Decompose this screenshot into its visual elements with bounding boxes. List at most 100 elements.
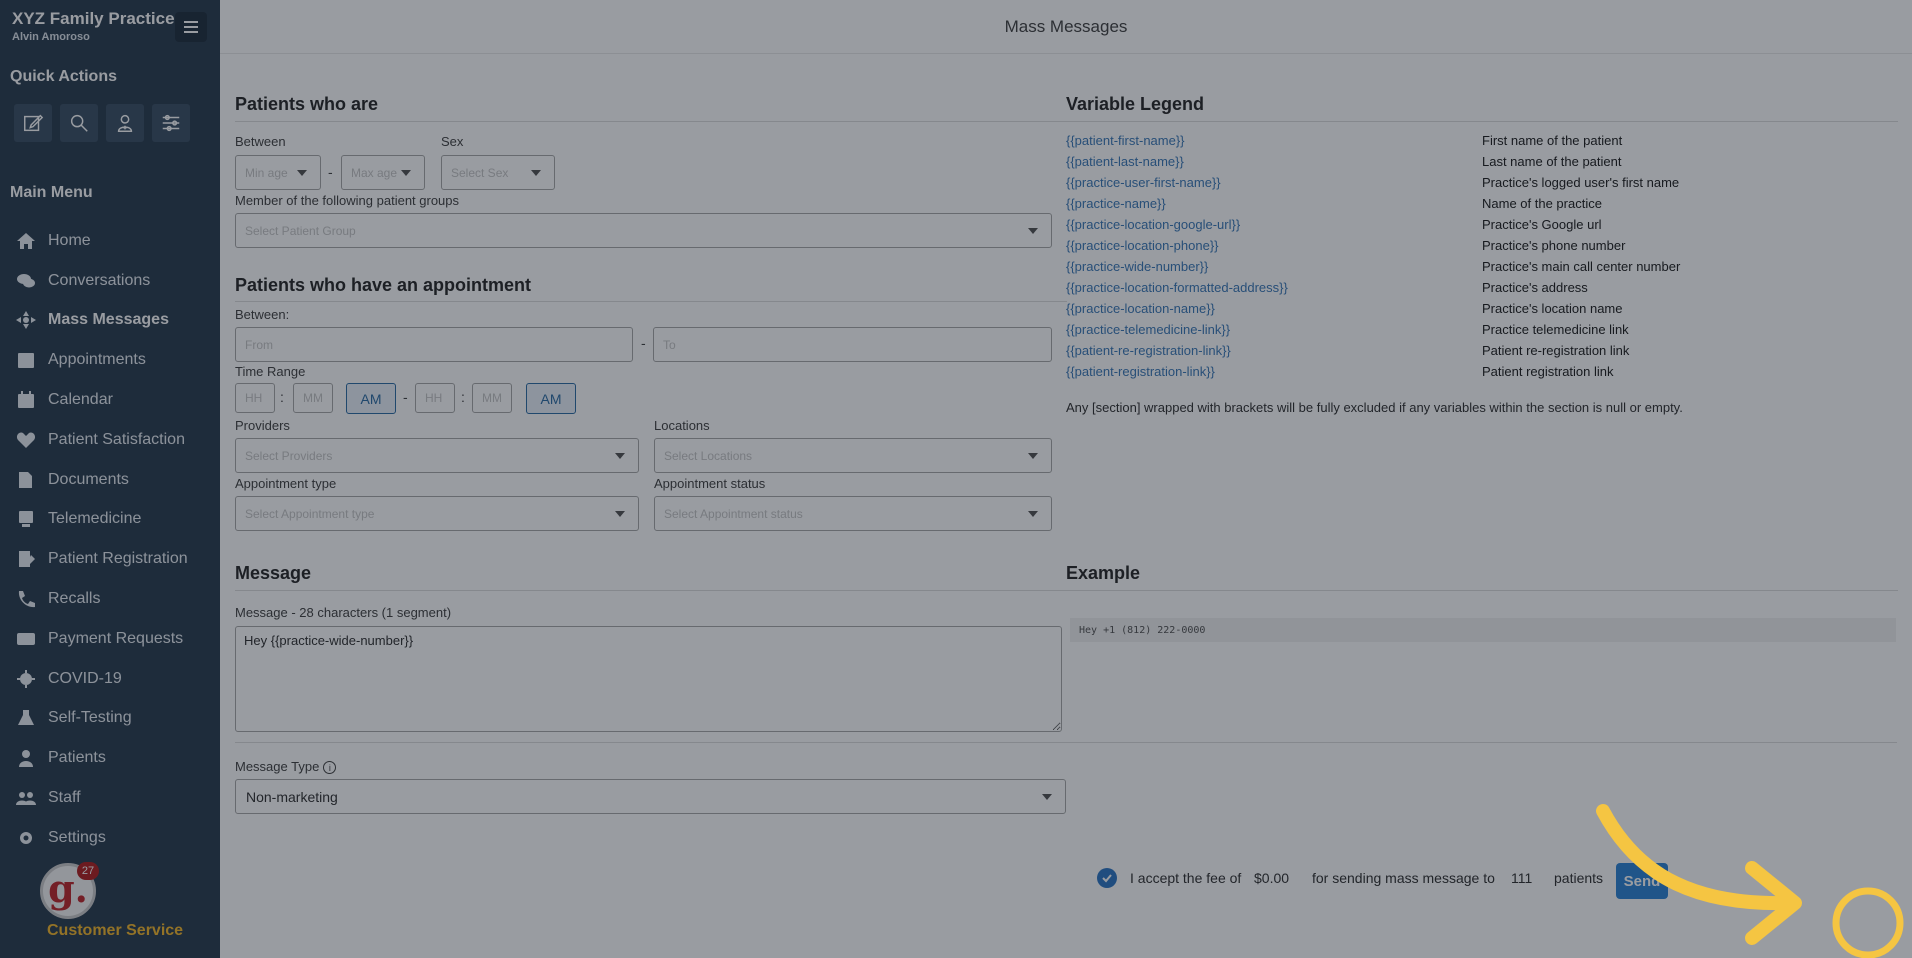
calendar-icon	[15, 390, 37, 410]
locations-label: Locations	[654, 418, 710, 433]
example-preview: Hey +1 (812) 222-0000	[1070, 618, 1896, 642]
accept-fee-checkbox[interactable]	[1097, 868, 1117, 888]
patient-groups-placeholder: Select Patient Group	[245, 223, 356, 238]
legend-variable[interactable]: {{patient-re-registration-link}}	[1066, 343, 1231, 358]
legend-description: Practice's location name	[1482, 301, 1623, 316]
start-hour-input[interactable]: HH	[235, 383, 275, 413]
sidebar-item-self-testing[interactable]: Self-Testing	[0, 699, 220, 739]
info-icon[interactable]: i	[323, 761, 337, 775]
divider	[235, 301, 1067, 302]
sidebar-item-label: Telemedicine	[48, 510, 142, 528]
fee-amount: $0.00	[1254, 870, 1290, 886]
checkmark-icon	[1102, 874, 1112, 883]
sidebar-item-staff[interactable]: Staff	[0, 778, 220, 818]
appointment-type-placeholder: Select Appointment type	[245, 506, 375, 521]
divider	[235, 590, 1067, 591]
legend-variable[interactable]: {{practice-name}}	[1066, 196, 1166, 211]
sidebar-item-label: Patient Satisfaction	[48, 430, 185, 448]
end-ampm-toggle[interactable]: AM	[526, 383, 576, 414]
main-content: Patients who are Between Min age - Max a…	[220, 54, 1912, 958]
legend-variable[interactable]: {{practice-location-name}}	[1066, 301, 1215, 316]
start-ampm-toggle[interactable]: AM	[346, 383, 396, 414]
message-type-select[interactable]: Non-marketing	[235, 779, 1066, 814]
locations-select[interactable]: Select Locations	[654, 438, 1052, 473]
time-range-dash: -	[403, 389, 408, 405]
sidebar-item-home[interactable]: Home	[0, 221, 220, 261]
providers-select[interactable]: Select Providers	[235, 438, 639, 473]
legend-variable[interactable]: {{practice-location-phone}}	[1066, 238, 1219, 253]
sex-label: Sex	[441, 134, 464, 149]
legend-variable[interactable]: {{patient-first-name}}	[1066, 133, 1185, 148]
end-minute-input[interactable]: MM	[472, 383, 512, 413]
patient-add-icon[interactable]	[106, 104, 144, 142]
end-hour-placeholder: HH	[425, 391, 443, 405]
sidebar-item-label: Conversations	[48, 271, 151, 289]
customer-service-label[interactable]: Customer Service	[47, 922, 183, 940]
start-hour-placeholder: HH	[245, 391, 263, 405]
sidebar-item-telemedicine[interactable]: Telemedicine	[0, 500, 220, 540]
appointment-type-label: Appointment type	[235, 476, 337, 491]
divider	[235, 121, 1067, 122]
sex-select[interactable]: Select Sex	[441, 155, 555, 190]
quick-actions	[14, 104, 190, 142]
legend-variable[interactable]: {{patient-registration-link}}	[1066, 364, 1215, 379]
date-to-input[interactable]: To	[653, 327, 1052, 362]
sidebar-item-label: Appointments	[48, 351, 146, 369]
hamburger-menu-icon[interactable]	[175, 12, 207, 42]
start-minute-placeholder: MM	[303, 391, 323, 405]
legend-variable[interactable]: {{practice-telemedicine-link}}	[1066, 322, 1230, 337]
sidebar-item-appointments[interactable]: Appointments	[0, 340, 220, 380]
sidebar-item-label: Mass Messages	[48, 311, 169, 329]
flask-icon	[15, 708, 37, 728]
start-minute-input[interactable]: MM	[293, 383, 333, 413]
legend-description: Patient registration link	[1482, 364, 1614, 379]
appointment-type-select[interactable]: Select Appointment type	[235, 496, 639, 531]
sidebar-item-covid-19[interactable]: COVID-19	[0, 659, 220, 699]
variable-legend-title: Variable Legend	[1066, 94, 1205, 114]
message-textarea[interactable]	[235, 626, 1062, 732]
sliders-icon[interactable]	[152, 104, 190, 142]
date-to-placeholder: To	[663, 337, 676, 352]
end-hour-input[interactable]: HH	[415, 383, 455, 413]
patient-groups-select[interactable]: Select Patient Group	[235, 213, 1052, 248]
compose-icon[interactable]	[14, 104, 52, 142]
between-label: Between	[235, 134, 286, 149]
staff-icon	[15, 788, 37, 808]
max-age-select[interactable]: Max age	[341, 155, 425, 190]
legend-variable[interactable]: {{patient-last-name}}	[1066, 154, 1184, 169]
sidebar-item-patient-satisfaction[interactable]: Patient Satisfaction	[0, 420, 220, 460]
sidebar-item-conversations[interactable]: Conversations	[0, 261, 220, 301]
legend-description: Practice's address	[1482, 280, 1588, 295]
sidebar-item-patient-registration[interactable]: Patient Registration	[0, 539, 220, 579]
date-from-input[interactable]: From	[235, 327, 633, 362]
legend-variable[interactable]: {{practice-location-formatted-address}}	[1066, 280, 1288, 295]
send-button[interactable]: Send	[1616, 863, 1668, 899]
sidebar-item-documents[interactable]: Documents	[0, 460, 220, 500]
sidebar-item-label: Documents	[48, 470, 129, 488]
legend-variable[interactable]: {{practice-location-google-url}}	[1066, 217, 1240, 232]
sidebar-item-payment-requests[interactable]: Payment Requests	[0, 619, 220, 659]
appointment-between-label: Between:	[235, 307, 290, 322]
quick-actions-title: Quick Actions	[10, 68, 117, 85]
sidebar-item-calendar[interactable]: Calendar	[0, 380, 220, 420]
sidebar-item-mass-messages[interactable]: Mass Messages	[0, 301, 220, 341]
min-age-select[interactable]: Min age	[235, 155, 321, 190]
legend-variable[interactable]: {{practice-user-first-name}}	[1066, 175, 1221, 190]
providers-label: Providers	[235, 418, 290, 433]
sidebar-item-label: Self-Testing	[48, 709, 132, 727]
time-colon: :	[280, 389, 284, 405]
patients-text: patients	[1554, 870, 1604, 886]
phone-icon	[15, 589, 37, 609]
sidebar-item-label: Recalls	[48, 590, 101, 608]
sidebar-item-label: Patients	[48, 749, 106, 767]
legend-variable[interactable]: {{practice-wide-number}}	[1066, 259, 1208, 274]
registration-icon	[15, 549, 37, 569]
telemedicine-icon	[15, 509, 37, 529]
sending-text: for sending mass message to	[1312, 870, 1495, 886]
appointment-status-select[interactable]: Select Appointment status	[654, 496, 1052, 531]
search-icon[interactable]	[60, 104, 98, 142]
virus-icon	[15, 669, 37, 689]
sidebar-item-settings[interactable]: Settings	[0, 818, 220, 858]
sidebar-item-patients[interactable]: Patients	[0, 738, 220, 778]
sidebar-item-recalls[interactable]: Recalls	[0, 579, 220, 619]
